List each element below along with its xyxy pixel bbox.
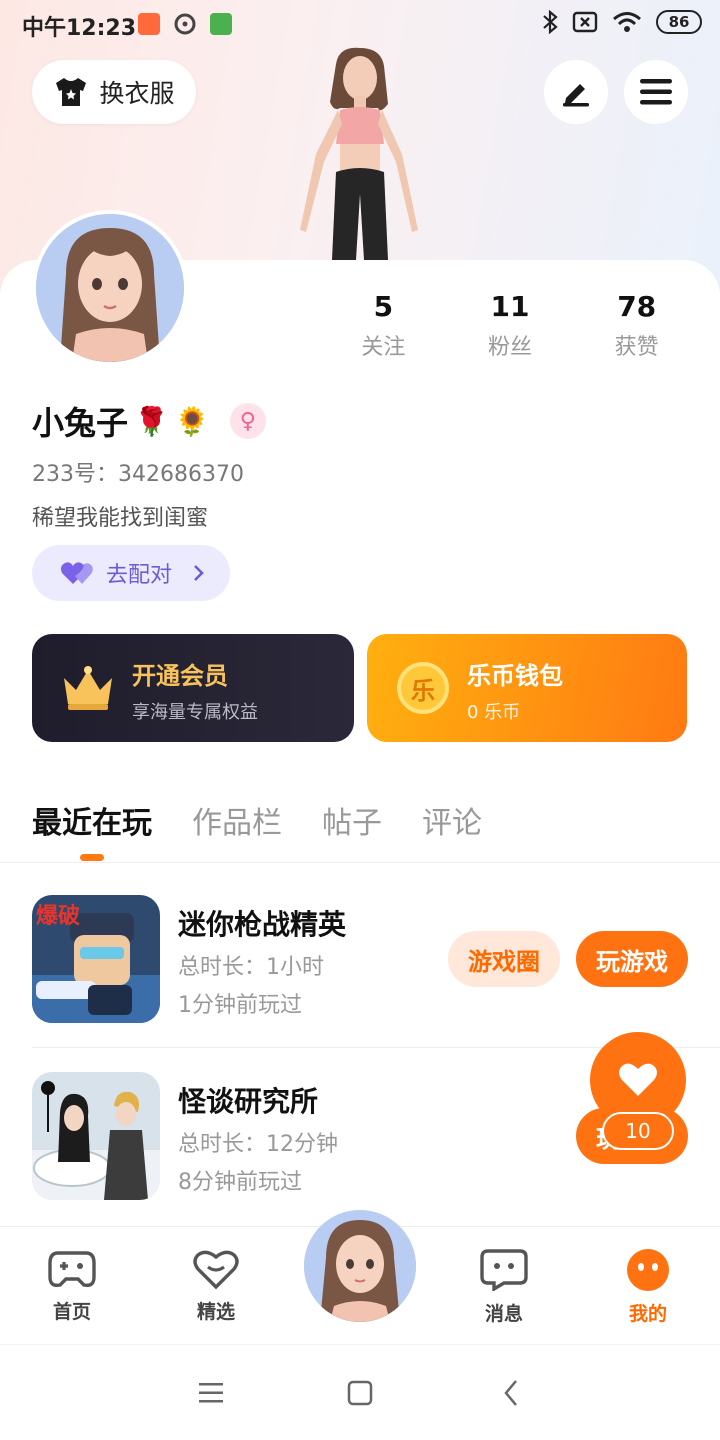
- stats-row: 5 关注 11 粉丝 78 获赞: [320, 290, 700, 361]
- vip-subtitle: 享海量专属权益: [132, 702, 258, 723]
- game-name: 怪谈研究所: [178, 1085, 319, 1118]
- home-square-icon[interactable]: [347, 1380, 373, 1406]
- gamepad-icon: [48, 1251, 96, 1288]
- wallet-card[interactable]: 乐 乐币钱包 0 乐币: [367, 634, 687, 742]
- stat-label: 粉丝: [488, 335, 533, 360]
- menu-button[interactable]: [624, 60, 688, 124]
- stat-likes[interactable]: 78 获赞: [573, 290, 700, 361]
- chat-bubble-icon: [480, 1249, 528, 1293]
- game-duration: 总时长：12分钟: [178, 1132, 338, 1157]
- coin-char: 乐: [411, 676, 435, 705]
- game-circle-button[interactable]: 游戏圈: [448, 931, 560, 987]
- stat-value: 78: [617, 290, 657, 323]
- game-thumbnail: 爆破: [32, 895, 160, 1023]
- wallet-balance: 0 乐币: [467, 702, 521, 723]
- tshirt-icon: [56, 78, 87, 106]
- match-button[interactable]: 去配对: [32, 545, 230, 601]
- stat-value: 5: [373, 290, 394, 323]
- nav-label: 精选: [196, 1301, 235, 1323]
- tab-active-indicator: [80, 854, 104, 861]
- tabs-divider: [0, 862, 720, 863]
- heart-outline-icon: [193, 1250, 239, 1290]
- nav-home[interactable]: 首页: [32, 1249, 112, 1324]
- tab-recent[interactable]: 最近在玩: [32, 798, 152, 842]
- nav-label: 首页: [52, 1301, 91, 1323]
- play-game-button[interactable]: 玩游戏: [576, 931, 688, 987]
- game-duration: 总时长：1小时: [178, 955, 324, 980]
- stat-label: 获赞: [614, 335, 659, 360]
- game-row[interactable]: 爆破 迷你枪战精英 总时长：1小时 1分钟前玩过 游戏圈 玩游戏: [32, 895, 720, 1045]
- match-label: 去配对: [106, 563, 173, 588]
- double-heart-icon: [61, 562, 93, 584]
- status-time: 中午12:23: [22, 16, 137, 41]
- nav-label: 消息: [484, 1303, 523, 1325]
- gender-symbol: ♀: [239, 408, 256, 434]
- nav-me[interactable]: 我的: [608, 1249, 688, 1326]
- notification-media-icon: [174, 13, 196, 35]
- notification-app-icon: [138, 13, 160, 35]
- nav-messages[interactable]: 消息: [464, 1249, 544, 1326]
- battery-indicator: 86: [656, 10, 702, 34]
- bluetooth-icon: [543, 10, 558, 34]
- recent-apps-icon[interactable]: [198, 1382, 224, 1404]
- notification-android-icon: [210, 13, 232, 35]
- profile-name-row: 小兔子 🌹 🌻 ♀: [32, 398, 266, 444]
- game-badge-text: 爆破: [36, 903, 80, 929]
- profile-name: 小兔子: [32, 404, 129, 442]
- tab-posts[interactable]: 帖子: [322, 798, 382, 842]
- vip-card[interactable]: 开通会员 享海量专属权益: [32, 634, 354, 742]
- profile-face-icon: [627, 1249, 669, 1291]
- profile-avatar[interactable]: [32, 210, 188, 366]
- pen-icon: [563, 84, 589, 107]
- like-count-badge: 10: [602, 1112, 674, 1150]
- stat-following[interactable]: 5 关注: [320, 290, 447, 361]
- rose-emoji: 🌹: [134, 404, 169, 438]
- game-thumbnail: [32, 1072, 160, 1200]
- tab-comments[interactable]: 评论: [422, 798, 482, 842]
- change-outfit-button[interactable]: 换衣服: [32, 60, 196, 124]
- crown-icon: [64, 666, 112, 710]
- heart-icon: [619, 1063, 657, 1096]
- edit-profile-button[interactable]: [544, 60, 608, 124]
- stat-followers[interactable]: 11 粉丝: [447, 290, 574, 361]
- tab-works[interactable]: 作品栏: [192, 798, 282, 842]
- vip-title: 开通会员: [132, 662, 228, 690]
- female-gender-icon: ♀: [229, 403, 266, 439]
- stat-value: 11: [490, 290, 530, 323]
- nav-label: 我的: [628, 1303, 667, 1325]
- sunflower-emoji: 🌻: [174, 404, 210, 438]
- avatar-3d-figure[interactable]: [284, 44, 434, 260]
- change-outfit-label: 换衣服: [99, 79, 175, 108]
- status-bar: 中午12:23 86: [0, 0, 720, 50]
- wifi-icon: [613, 12, 641, 32]
- chevron-right-icon: [194, 565, 204, 581]
- coin-icon: 乐: [397, 662, 449, 714]
- game-last-played: 1分钟前玩过: [178, 993, 302, 1018]
- wallet-title: 乐币钱包: [467, 662, 563, 690]
- game-name: 迷你枪战精英: [178, 908, 347, 941]
- user-id: 233号：342686370: [32, 462, 244, 487]
- nav-featured[interactable]: 精选: [176, 1249, 256, 1324]
- user-bio: 稀望我能找到闺蜜: [32, 506, 209, 531]
- profile-tabs: 最近在玩 作品栏 帖子 评论: [32, 798, 482, 842]
- center-avatar-button[interactable]: [304, 1210, 416, 1322]
- stat-label: 关注: [361, 335, 406, 360]
- menu-icon: [640, 79, 672, 105]
- system-nav-bar: [0, 1344, 720, 1440]
- game-last-played: 8分钟前玩过: [178, 1170, 302, 1195]
- back-arrow-icon[interactable]: [503, 1379, 519, 1407]
- no-sim-icon: [572, 11, 598, 33]
